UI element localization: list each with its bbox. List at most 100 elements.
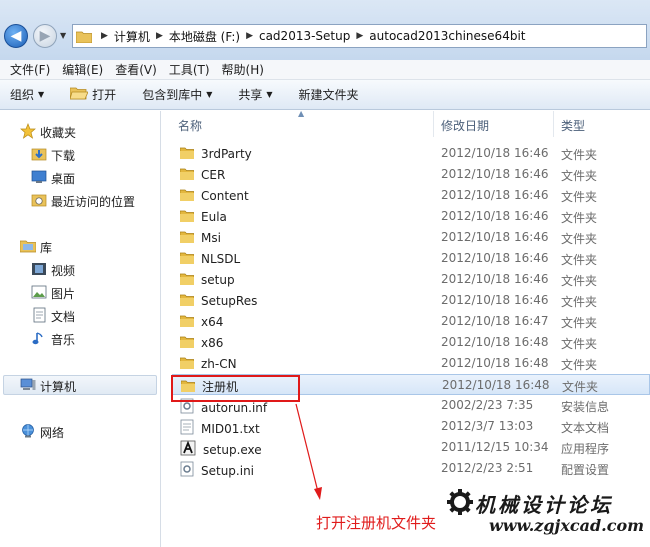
breadcrumb-separator-icon[interactable]: ▶ xyxy=(240,31,259,41)
file-row[interactable]: Content 2012/10/18 16:46 文件夹 xyxy=(172,185,650,206)
nav-documents[interactable]: 文档 xyxy=(31,307,75,326)
nav-network[interactable]: 网络 xyxy=(20,423,64,442)
column-header-name[interactable]: 名称 xyxy=(178,117,202,134)
back-button[interactable]: ◀ xyxy=(4,24,28,48)
nav-label: 图片 xyxy=(51,287,76,301)
file-name-cell: x64 xyxy=(179,314,223,330)
file-row[interactable]: 3rdParty 2012/10/18 16:46 文件夹 xyxy=(172,143,650,164)
file-row[interactable]: setup.exe 2011/12/15 10:34 应用程序 xyxy=(172,437,650,458)
file-type: 文本文档 xyxy=(561,421,610,435)
nav-music[interactable]: 音乐 xyxy=(31,330,75,349)
downloads-icon xyxy=(31,146,47,165)
file-type: 文件夹 xyxy=(561,211,598,225)
installer-icon xyxy=(180,440,196,459)
file-date: 2012/10/18 16:46 xyxy=(441,188,549,202)
nav-label: 视频 xyxy=(51,264,76,278)
folder-icon xyxy=(179,167,195,183)
breadcrumb-separator-icon[interactable]: ▶ xyxy=(150,31,169,41)
breadcrumb-separator-icon[interactable]: ▶ xyxy=(95,31,114,41)
folder-icon xyxy=(179,146,195,162)
organize-label: 组织 xyxy=(10,88,35,102)
command-toolbar: 组织 ▼ 打开 包含到库中 ▼ 共享 ▼ 新建文件夹 xyxy=(0,80,650,110)
file-row[interactable]: Msi 2012/10/18 16:46 文件夹 xyxy=(172,227,650,248)
star-icon xyxy=(20,123,36,142)
folder-icon xyxy=(179,188,195,204)
breadcrumb[interactable]: ▶ 计算机 ▶ 本地磁盘 (F:) ▶ cad2013-Setup ▶ auto… xyxy=(72,24,647,48)
menu-file[interactable]: 文件(F) xyxy=(4,61,56,78)
breadcrumb-item[interactable]: cad2013-Setup xyxy=(259,29,350,43)
caret-down-icon: ▼ xyxy=(266,90,273,99)
file-name: setup.exe xyxy=(203,442,262,457)
forward-button[interactable]: ▶ xyxy=(33,24,57,48)
computer-icon xyxy=(20,377,36,396)
file-name: x86 xyxy=(201,336,224,350)
settings-file-icon xyxy=(180,461,194,480)
file-type: 文件夹 xyxy=(561,148,598,162)
menu-edit[interactable]: 编辑(E) xyxy=(56,61,109,78)
nav-label: 库 xyxy=(40,241,53,255)
file-date: 2012/10/18 16:46 xyxy=(441,167,549,181)
nav-label: 音乐 xyxy=(51,333,76,347)
file-name-cell: setup.exe xyxy=(180,440,262,459)
file-type: 文件夹 xyxy=(561,358,598,372)
file-row[interactable]: x86 2012/10/18 16:48 文件夹 xyxy=(172,332,650,353)
file-type: 配置设置 xyxy=(561,463,610,477)
column-divider[interactable] xyxy=(553,111,554,137)
open-button[interactable]: 打开 xyxy=(69,86,116,103)
file-type: 应用程序 xyxy=(561,442,610,456)
history-dropdown-icon[interactable]: ▼ xyxy=(60,31,66,40)
file-row[interactable]: Setup.ini 2012/2/23 2:51 配置设置 xyxy=(172,458,650,479)
nav-computer[interactable]: 计算机 xyxy=(20,377,76,396)
menu-help[interactable]: 帮助(H) xyxy=(216,61,270,78)
video-icon xyxy=(31,261,47,280)
file-type: 文件夹 xyxy=(561,253,598,267)
file-name-cell: Msi xyxy=(179,230,221,246)
file-type: 文件夹 xyxy=(561,169,598,183)
desktop-icon xyxy=(31,169,47,188)
file-date: 2012/10/18 16:46 xyxy=(441,272,549,286)
file-type: 安装信息 xyxy=(561,400,610,414)
breadcrumb-item[interactable]: autocad2013chinese64bit xyxy=(369,29,525,43)
nav-label: 桌面 xyxy=(51,172,76,186)
file-row[interactable]: zh-CN 2012/10/18 16:48 文件夹 xyxy=(172,353,650,374)
file-row[interactable]: NLSDL 2012/10/18 16:46 文件夹 xyxy=(172,248,650,269)
file-row[interactable]: x64 2012/10/18 16:47 文件夹 xyxy=(172,311,650,332)
nav-videos[interactable]: 视频 xyxy=(31,261,75,280)
nav-recent-places[interactable]: 最近访问的位置 xyxy=(31,192,135,211)
nav-favorites[interactable]: 收藏夹 xyxy=(20,123,76,142)
file-date: 2002/2/23 7:35 xyxy=(441,398,534,412)
new-folder-label: 新建文件夹 xyxy=(298,88,359,102)
picture-icon xyxy=(31,284,47,303)
file-row[interactable]: MID01.txt 2012/3/7 13:03 文本文档 xyxy=(172,416,650,437)
breadcrumb-separator-icon[interactable]: ▶ xyxy=(350,31,369,41)
new-folder-button[interactable]: 新建文件夹 xyxy=(299,86,359,103)
breadcrumb-item[interactable]: 本地磁盘 (F:) xyxy=(169,28,240,45)
share-button[interactable]: 共享 ▼ xyxy=(238,86,272,103)
menu-tools[interactable]: 工具(T) xyxy=(163,61,216,78)
file-name: autorun.inf xyxy=(201,400,268,415)
folder-icon xyxy=(179,335,195,351)
column-header-date[interactable]: 修改日期 xyxy=(441,117,489,134)
file-name: CER xyxy=(201,168,226,182)
nav-desktop[interactable]: 桌面 xyxy=(31,169,75,188)
column-header-type[interactable]: 类型 xyxy=(561,117,585,134)
column-divider[interactable] xyxy=(433,111,434,137)
nav-downloads[interactable]: 下载 xyxy=(31,146,75,165)
file-date: 2012/10/18 16:48 xyxy=(442,378,550,392)
nav-libraries[interactable]: 库 xyxy=(19,238,53,257)
folder-icon xyxy=(179,314,195,330)
file-row[interactable]: Eula 2012/10/18 16:46 文件夹 xyxy=(172,206,650,227)
organize-button[interactable]: 组织 ▼ xyxy=(10,86,44,103)
document-icon xyxy=(31,307,47,326)
file-name: MID01.txt xyxy=(201,421,260,436)
share-label: 共享 xyxy=(238,88,263,102)
nav-pictures[interactable]: 图片 xyxy=(31,284,75,303)
file-date: 2012/10/18 16:46 xyxy=(441,251,549,265)
file-row[interactable]: SetupRes 2012/10/18 16:46 文件夹 xyxy=(172,290,650,311)
include-in-library-button[interactable]: 包含到库中 ▼ xyxy=(142,86,212,103)
file-type: 文件夹 xyxy=(561,316,598,330)
menu-view[interactable]: 查看(V) xyxy=(109,61,163,78)
file-row[interactable]: CER 2012/10/18 16:46 文件夹 xyxy=(172,164,650,185)
breadcrumb-item[interactable]: 计算机 xyxy=(114,28,150,45)
file-row[interactable]: setup 2012/10/18 16:46 文件夹 xyxy=(172,269,650,290)
